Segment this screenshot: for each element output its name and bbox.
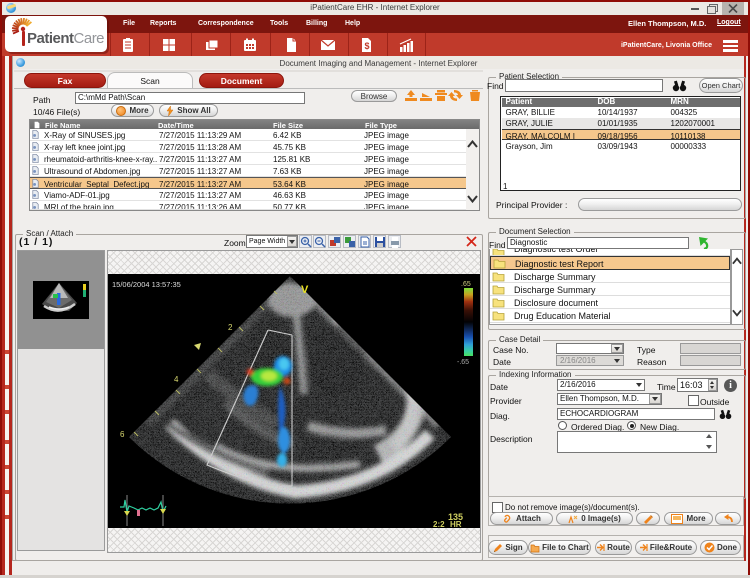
svg-text:15/06/2004 13:57:35: 15/06/2004 13:57:35 bbox=[112, 280, 181, 289]
svg-text:6: 6 bbox=[120, 430, 125, 439]
svg-text:2: 2 bbox=[228, 323, 233, 332]
svg-text:V: V bbox=[301, 284, 309, 296]
svg-text:$: $ bbox=[364, 41, 369, 51]
svg-text:.65: .65 bbox=[461, 281, 471, 288]
svg-text:HR: HR bbox=[450, 520, 462, 528]
svg-text:-.65: -.65 bbox=[457, 359, 469, 366]
svg-text:2:2: 2:2 bbox=[433, 520, 445, 528]
svg-text:4: 4 bbox=[174, 375, 179, 384]
